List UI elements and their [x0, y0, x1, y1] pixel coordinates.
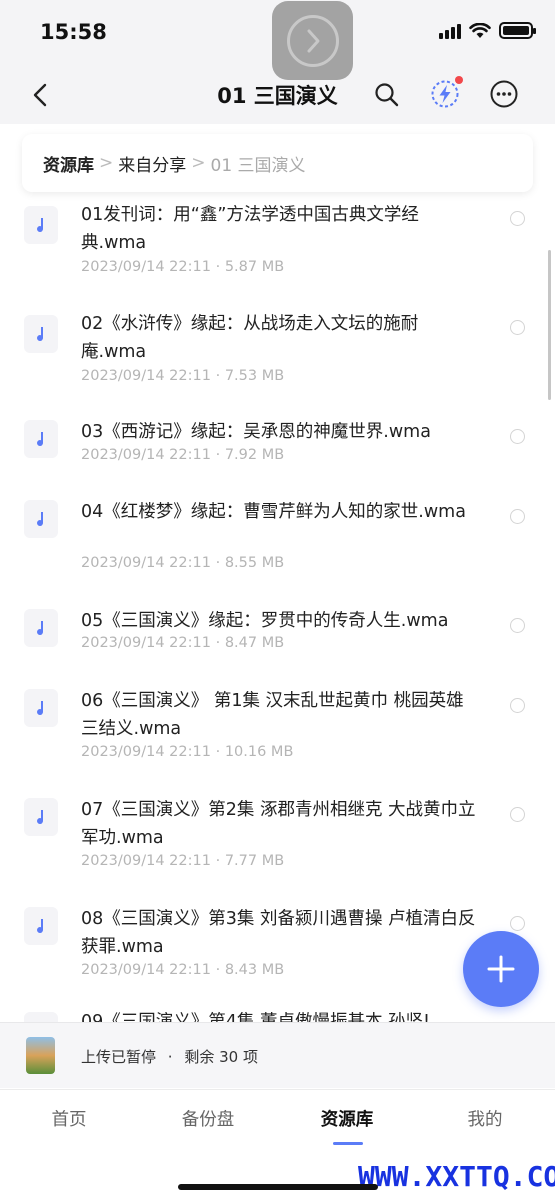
file-meta: 2023/09/14 22:11 · 8.55 MB: [81, 555, 285, 571]
file-meta: 2023/09/14 22:11 · 7.53 MB: [81, 368, 285, 384]
breadcrumb: 资源库 > 来自分享 > 01 三国演义: [22, 134, 533, 192]
file-name: 07《三国演义》第2集 涿郡青州相继克 大战黄巾立军功.wma: [81, 800, 476, 848]
tab-home[interactable]: 首页: [24, 1106, 114, 1131]
status-time: 15:58: [40, 20, 107, 44]
tab-backup[interactable]: 备份盘: [163, 1106, 253, 1131]
select-checkbox[interactable]: [510, 429, 525, 444]
breadcrumb-separator: >: [191, 153, 206, 173]
search-button[interactable]: [372, 80, 402, 110]
file-name: 03《西游记》缘起：吴承恩的神魔世界.wma: [81, 422, 431, 442]
file-meta: 2023/09/14 22:11 · 7.77 MB: [81, 853, 285, 869]
file-name: 04《红楼梦》缘起：曹雪芹鲜为人知的家世.wma: [81, 502, 466, 522]
more-icon: [490, 80, 518, 108]
audio-file-icon: [24, 689, 58, 727]
upload-thumbnail: [26, 1037, 55, 1074]
breadcrumb-separator: >: [99, 153, 114, 173]
audio-file-icon: [24, 420, 58, 458]
upload-status-text: 上传已暂停 · 剩余 30 项: [81, 1048, 258, 1066]
file-name: 09《三国演义》第4集 董卓傲慢振基本 孙坚!: [81, 1012, 431, 1022]
tab-profile[interactable]: 我的: [440, 1106, 530, 1131]
select-checkbox[interactable]: [510, 916, 525, 931]
page-title: 01 三国演义: [217, 84, 338, 108]
status-icons: [439, 22, 536, 39]
home-indicator[interactable]: [178, 1184, 378, 1190]
select-checkbox[interactable]: [510, 320, 525, 335]
file-name: 05《三国演义》缘起：罗贯中的传奇人生.wma: [81, 611, 449, 631]
plus-icon: [487, 955, 515, 983]
file-meta: 2023/09/14 22:11 · 5.87 MB: [81, 259, 285, 275]
breadcrumb-middle[interactable]: 来自分享: [118, 151, 186, 176]
file-meta: 2023/09/14 22:11 · 10.16 MB: [81, 744, 294, 760]
select-checkbox[interactable]: [510, 807, 525, 822]
select-checkbox[interactable]: [510, 509, 525, 524]
tab-library[interactable]: 资源库: [302, 1106, 392, 1131]
audio-file-icon: [24, 500, 58, 538]
select-checkbox[interactable]: [510, 618, 525, 633]
file-meta: 2023/09/14 22:11 · 8.43 MB: [81, 962, 285, 978]
file-name: 02《水浒传》缘起：从战场走入文坛的施耐庵.wma: [81, 314, 419, 362]
speed-boost-button[interactable]: [429, 76, 463, 110]
audio-file-icon: [24, 609, 58, 647]
select-checkbox[interactable]: [510, 698, 525, 713]
audio-file-icon: [24, 206, 58, 244]
tab-bar: 首页 备份盘 资源库 我的 WWW.XXTTQ.COM: [0, 1089, 555, 1200]
audio-file-icon: [24, 1012, 58, 1022]
chevron-left-icon: [33, 83, 47, 107]
scrollbar[interactable]: [548, 250, 551, 400]
file-name: 01发刊词：用“鑫”方法学透中国古典文学经典.wma: [81, 205, 419, 253]
add-button[interactable]: [463, 931, 539, 1007]
file-meta: 2023/09/14 22:11 · 7.92 MB: [81, 447, 285, 463]
audio-file-icon: [24, 907, 58, 945]
watermark-text: WWW.XXTTQ.COM: [358, 1160, 555, 1193]
upload-status-bar[interactable]: 上传已暂停 · 剩余 30 项: [0, 1022, 555, 1088]
file-name: 06《三国演义》 第1集 汉末乱世起黄巾 桃园英雄三结义.wma: [81, 691, 464, 739]
select-checkbox[interactable]: [510, 211, 525, 226]
header: 15:58 01 三国演义: [0, 0, 555, 124]
more-button[interactable]: [489, 79, 519, 109]
breadcrumb-root[interactable]: 资源库: [43, 151, 94, 176]
notification-dot: [455, 76, 463, 84]
battery-icon: [499, 22, 536, 39]
signal-icon: [439, 23, 461, 39]
file-name: 08《三国演义》第3集 刘备颍川遇曹操 卢植清白反获罪.wma: [81, 909, 476, 957]
search-icon: [375, 83, 399, 107]
wifi-icon: [469, 22, 491, 38]
breadcrumb-current: 01 三国演义: [210, 155, 306, 176]
navigation-bar: 01 三国演义: [0, 62, 555, 124]
audio-file-icon: [24, 798, 58, 836]
active-tab-indicator: [333, 1142, 363, 1145]
file-meta: 2023/09/14 22:11 · 8.47 MB: [81, 635, 285, 651]
back-button[interactable]: [26, 80, 56, 110]
audio-file-icon: [24, 315, 58, 353]
chevron-right-icon: [286, 14, 339, 67]
